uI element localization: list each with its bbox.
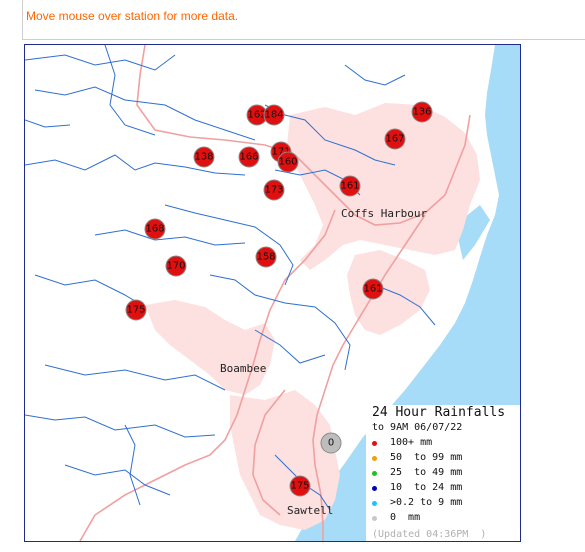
legend-swatch — [372, 516, 377, 521]
header-divider-vertical — [22, 0, 23, 40]
svg-text:161: 161 — [340, 181, 359, 192]
svg-text:158: 158 — [256, 252, 275, 263]
urban-area-coffs — [287, 103, 480, 270]
station-marker[interactable]: 175 — [289, 475, 311, 497]
river — [94, 229, 246, 246]
legend-label: 0 mm — [390, 512, 421, 523]
station-marker[interactable]: 170 — [165, 255, 187, 277]
legend-swatch — [372, 456, 377, 461]
station-marker[interactable]: 158 — [255, 246, 277, 268]
river — [25, 119, 71, 128]
river — [164, 204, 294, 286]
svg-text:161: 161 — [363, 284, 382, 295]
legend-subtitle: to 9AM 06/07/22 — [372, 422, 463, 433]
svg-text:167: 167 — [385, 134, 404, 145]
town-boambee: Boambee — [220, 362, 266, 375]
rainfall-map[interactable]: Coffs Harbour Boambee Sawtell 162 184 13… — [24, 44, 521, 542]
legend-row: 0 mm — [372, 512, 420, 526]
svg-text:184: 184 — [264, 110, 283, 121]
legend-label: 100+ mm — [390, 437, 433, 448]
legend-title: 24 Hour Rainfalls — [372, 405, 506, 420]
station-marker[interactable]: 0 — [320, 432, 342, 454]
urban-area-boambee — [145, 300, 275, 395]
legend-label: 50 to 99 mm — [390, 452, 463, 463]
station-marker[interactable]: 184 — [263, 104, 285, 126]
legend-row: >0.2 to 9 mm — [372, 497, 462, 511]
legend-label: >0.2 to 9 mm — [390, 497, 463, 508]
station-marker[interactable]: 136 — [411, 101, 433, 123]
town-sawtell: Sawtell — [287, 504, 333, 517]
legend-label: 10 to 24 mm — [390, 482, 463, 493]
river — [25, 54, 176, 71]
legend-row: 10 to 24 mm — [372, 482, 462, 496]
hover-instruction: Move mouse over station for more data. — [26, 9, 239, 23]
legend-swatch — [372, 501, 377, 506]
svg-text:160: 160 — [278, 157, 297, 168]
svg-text:138: 138 — [194, 152, 213, 163]
svg-text:168: 168 — [145, 224, 164, 235]
river — [25, 414, 216, 438]
station-marker[interactable]: 166 — [238, 146, 260, 168]
svg-text:175: 175 — [126, 305, 145, 316]
svg-text:0: 0 — [328, 438, 334, 449]
rainfall-legend: 24 Hour Rainfalls to 9AM 06/07/22 100+ m… — [366, 405, 520, 541]
station-marker[interactable]: 173 — [263, 179, 285, 201]
legend-swatch — [372, 486, 377, 491]
legend-swatch — [372, 471, 377, 476]
legend-updated-time: (Updated 04:36PM ) — [372, 529, 487, 540]
legend-label: 25 to 49 mm — [390, 467, 463, 478]
station-marker[interactable]: 175 — [125, 299, 147, 321]
legend-row: 25 to 49 mm — [372, 467, 462, 481]
river — [104, 45, 156, 136]
station-marker[interactable]: 161 — [362, 278, 384, 300]
svg-text:173: 173 — [264, 185, 283, 196]
legend-swatch — [372, 441, 377, 446]
svg-text:170: 170 — [166, 261, 185, 272]
station-marker[interactable]: 161 — [339, 175, 361, 197]
river — [34, 274, 146, 308]
svg-text:136: 136 — [412, 107, 431, 118]
station-marker[interactable]: 160 — [277, 151, 299, 173]
station-marker[interactable]: 138 — [193, 146, 215, 168]
station-marker[interactable]: 168 — [144, 218, 166, 240]
station-marker[interactable]: 167 — [384, 128, 406, 150]
header-divider-horizontal — [22, 39, 585, 40]
legend-row: 50 to 99 mm — [372, 452, 462, 466]
river — [344, 64, 406, 86]
urban-area-south — [347, 250, 430, 335]
svg-text:166: 166 — [239, 152, 258, 163]
svg-text:175: 175 — [290, 481, 309, 492]
river — [44, 364, 226, 391]
town-coffs-harbour: Coffs Harbour — [341, 207, 427, 220]
legend-row: 100+ mm — [372, 437, 432, 451]
